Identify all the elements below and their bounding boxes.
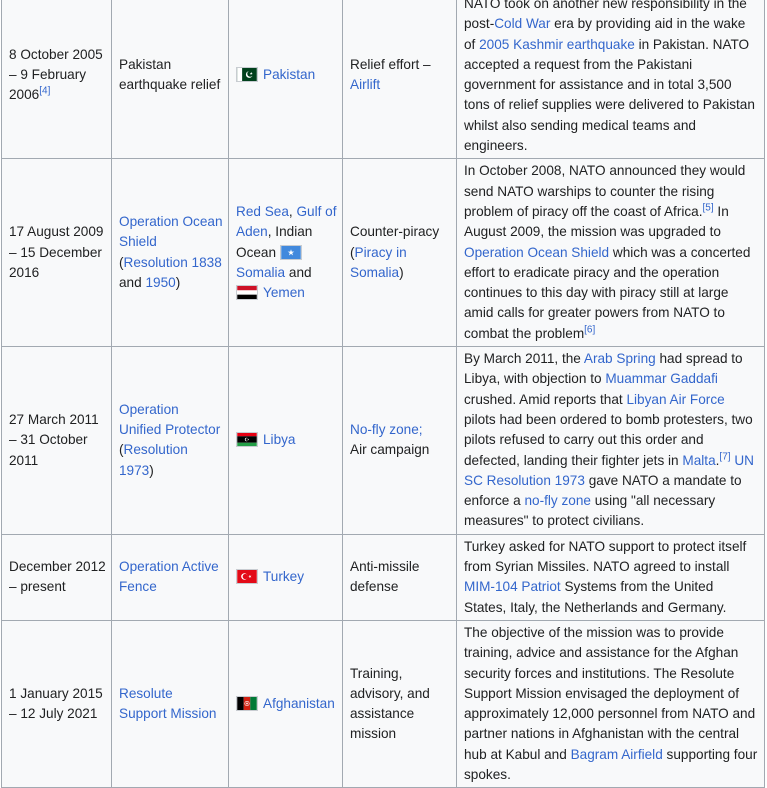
date-cell: 17 August 2009 – 15 December 2016 — [1, 158, 112, 348]
reference-link[interactable]: [6] — [584, 324, 595, 335]
somalia-flag-icon — [279, 244, 302, 260]
description-cell: In October 2008, NATO announced they wou… — [456, 158, 765, 348]
country-link-pakistan[interactable]: Pakistan — [263, 67, 315, 82]
type-text: Air campaign — [350, 442, 430, 458]
and-text: and — [285, 264, 312, 280]
no-fly-zone-description-link[interactable]: no-fly zone — [524, 493, 591, 508]
country-link-libya[interactable]: Libya — [263, 432, 296, 447]
table-row: December 2012 – present Operation Active… — [1, 533, 765, 621]
description-text: By March 2011, the — [464, 351, 584, 367]
mim-104-patriot-link[interactable]: MIM-104 Patriot — [464, 579, 561, 594]
paren-text: ) — [175, 275, 181, 290]
description-text: in Pakistan. NATO accepted a request fro… — [464, 36, 755, 154]
afghanistan-flag-icon — [236, 695, 258, 711]
date-cell: 8 October 2005 – 9 February 2006[4] — [1, 0, 112, 160]
malta-link[interactable]: Malta — [682, 453, 715, 468]
operation-name-cell: Operation Ocean Shield (Resolution 1838 … — [111, 158, 229, 348]
date-text: 27 March 2011 – 31 October 2011 — [9, 411, 99, 468]
yemen-link[interactable]: Yemen — [263, 285, 305, 300]
operations-table: 8 October 2005 – 9 February 2006[4] Paki… — [1, 0, 765, 788]
type-cell: No-fly zone; Air campaign — [342, 346, 457, 535]
date-text: 17 August 2009 – 15 December 2016 — [9, 224, 104, 280]
table-row: 27 March 2011 – 31 October 2011 Operatio… — [1, 346, 765, 535]
country-link-turkey[interactable]: Turkey — [263, 569, 304, 584]
operation-name-cell: Pakistan earthquake relief — [111, 0, 229, 160]
somalia-link[interactable]: Somalia — [236, 265, 285, 280]
libyan-air-force-link[interactable]: Libyan Air Force — [626, 392, 724, 407]
and-text: and — [119, 275, 146, 290]
description-text: Turkey asked for NATO support to protect… — [464, 538, 747, 575]
type-cell: Training, advisory, and assistance missi… — [342, 619, 457, 788]
bagram-airfield-link[interactable]: Bagram Airfield — [571, 747, 663, 762]
description-cell: By March 2011, the Arab Spring had sprea… — [456, 346, 765, 535]
date-cell: 1 January 2015 – 12 July 2021 — [1, 619, 112, 788]
table-row: 17 August 2009 – 15 December 2016 Operat… — [1, 158, 765, 348]
location-cell: Pakistan — [228, 0, 343, 160]
operation-name-cell: Operation Active Fence — [111, 533, 229, 621]
type-cell: Anti-missile defense — [342, 533, 457, 621]
description-cell: The objective of the mission was to prov… — [456, 619, 765, 788]
description-cell: Turkey asked for NATO support to protect… — [456, 533, 765, 621]
date-cell: December 2012 – present — [1, 533, 112, 621]
ocean-shield-description-link[interactable]: Operation Ocean Shield — [464, 245, 609, 260]
description-text: crushed. Amid reports that — [464, 391, 627, 407]
turkey-flag-icon — [236, 569, 258, 585]
table-row: 8 October 2005 – 9 February 2006[4] Paki… — [1, 0, 765, 160]
description-cell: NATO took on another new responsibility … — [456, 0, 765, 160]
table-row: 1 January 2015 – 12 July 2021 Resolute S… — [1, 619, 765, 788]
type-cell: Counter-piracy (Piracy in Somalia) — [342, 158, 457, 348]
date-text: December 2012 – present — [9, 559, 106, 595]
description-text: The objective of the mission was to prov… — [464, 624, 756, 762]
unified-protector-link[interactable]: Operation Unified Protector — [119, 402, 220, 437]
location-cell: Libya — [228, 346, 343, 535]
resolution-1838-link[interactable]: Resolution 1838 — [124, 255, 222, 270]
country-link-afghanistan[interactable]: Afghanistan — [263, 696, 335, 711]
no-fly-zone-link[interactable]: No-fly zone — [350, 422, 419, 437]
date-text: 8 October 2005 – 9 February 2006 — [9, 46, 103, 103]
arab-spring-link[interactable]: Arab Spring — [584, 351, 656, 366]
kashmir-earthquake-link[interactable]: 2005 Kashmir earthquake — [479, 37, 635, 52]
paren-text: ) — [149, 462, 154, 478]
red-sea-link[interactable]: Red Sea — [236, 204, 289, 219]
location-cell: Red Sea, Gulf of Aden, Indian Ocean Soma… — [228, 158, 343, 348]
cold-war-link[interactable]: Cold War — [494, 16, 550, 31]
pakistan-flag-icon — [236, 67, 258, 83]
active-fence-link[interactable]: Operation Active Fence — [119, 559, 219, 594]
reference-link[interactable]: [5] — [703, 202, 714, 213]
type-text: Anti-missile defense — [350, 559, 420, 595]
type-text: Relief effort – — [350, 56, 431, 72]
airlift-link[interactable]: Airlift — [350, 77, 380, 92]
muammar-gaddafi-link[interactable]: Muammar Gaddafi — [605, 371, 718, 386]
paren-text: ) — [399, 264, 404, 280]
separator-text: ; — [418, 422, 423, 438]
date-text: 1 January 2015 – 12 July 2021 — [9, 685, 103, 722]
yemen-flag-icon — [236, 285, 258, 301]
type-cell: Relief effort – Airlift — [342, 0, 457, 160]
type-text: Training, advisory, and assistance missi… — [350, 665, 430, 742]
operation-name: Pakistan earthquake relief — [119, 56, 221, 93]
operation-name-cell: Resolute Support Mission — [111, 619, 229, 788]
reference-link[interactable]: [7] — [719, 451, 730, 462]
date-cell: 27 March 2011 – 31 October 2011 — [1, 346, 112, 535]
location-cell: Afghanistan — [228, 619, 343, 788]
location-cell: Turkey — [228, 533, 343, 621]
resolution-1950-link[interactable]: 1950 — [145, 275, 175, 290]
reference-link[interactable]: [4] — [39, 86, 50, 97]
libya-flag-icon — [236, 432, 258, 448]
operation-name-cell: Operation Unified Protector (Resolution … — [111, 346, 229, 535]
resolute-support-link[interactable]: Resolute Support Mission — [119, 686, 216, 721]
ocean-shield-link[interactable]: Operation Ocean Shield — [119, 214, 223, 249]
